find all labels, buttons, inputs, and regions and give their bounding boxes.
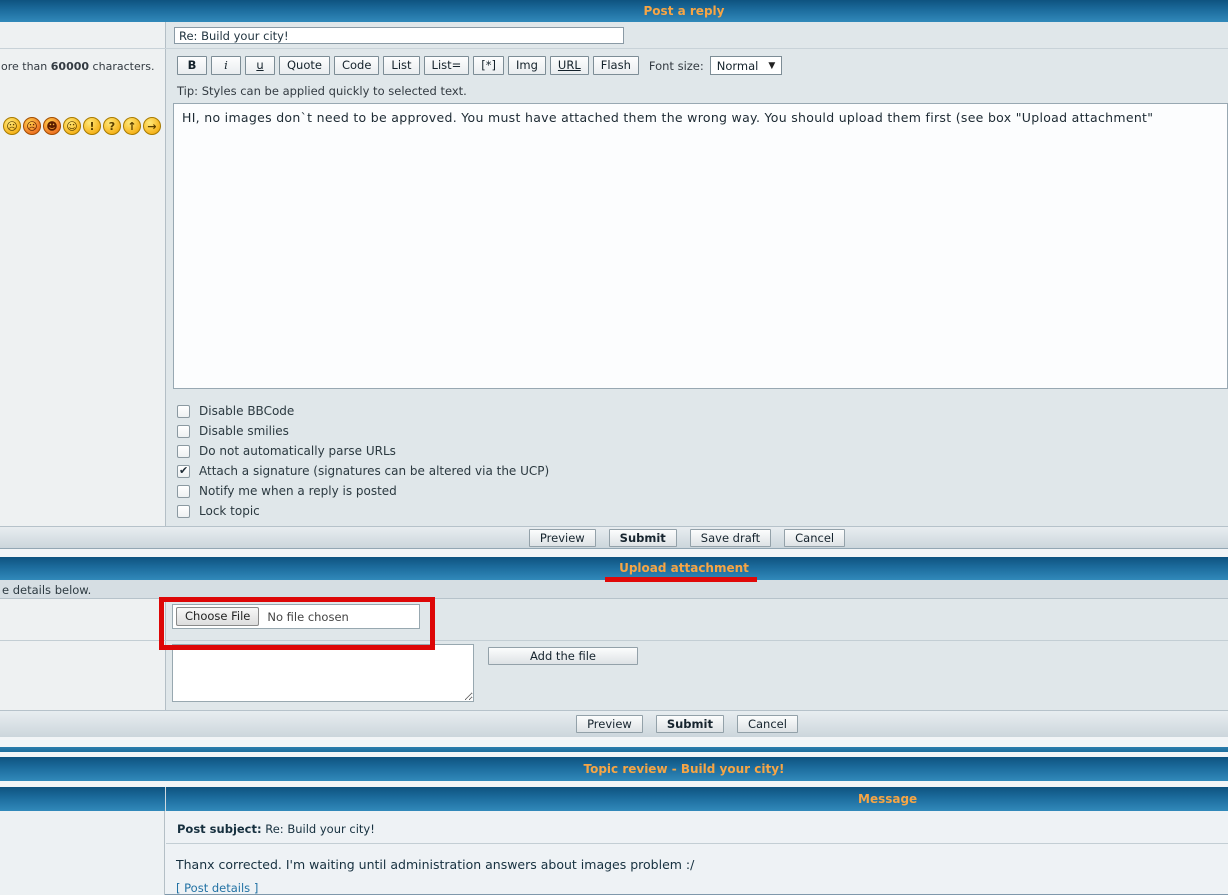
bbcode-list-item-button[interactable]: [*]: [473, 56, 504, 75]
annotation-red-underline: [605, 577, 757, 582]
message-textarea[interactable]: HI, no images don`t need to be approved.…: [173, 103, 1228, 389]
option-label: Disable smilies: [199, 424, 289, 438]
submit-button[interactable]: Submit: [656, 715, 724, 733]
font-size-value: Normal: [717, 59, 759, 73]
bbcode-list-ordered-button[interactable]: List=: [424, 56, 470, 75]
post-subject-label: Post subject:: [177, 822, 262, 836]
post-reply-panel: Post a reply ore than 60000 characters. …: [0, 0, 1228, 549]
cancel-button[interactable]: Cancel: [784, 529, 845, 547]
post-subject-row: Post subject: Re: Build your city!: [166, 811, 1228, 844]
char-limit-note: ore than 60000 characters.: [1, 60, 154, 73]
bbcode-url-button[interactable]: URL: [550, 56, 589, 75]
bbcode-code-button[interactable]: Code: [334, 56, 379, 75]
option-checkbox[interactable]: [177, 485, 190, 498]
bbcode-img-button[interactable]: Img: [508, 56, 546, 75]
option-row: Disable smilies: [177, 421, 549, 441]
evil-smiley[interactable]: ☹: [23, 117, 41, 135]
post-reply-header-bar: Post a reply: [0, 0, 1228, 22]
option-row: Disable BBCode: [177, 401, 549, 421]
rolleyes-smiley[interactable]: ☺: [63, 117, 81, 135]
option-label: Attach a signature (signatures can be al…: [199, 464, 549, 478]
cancel-button[interactable]: Cancel: [737, 715, 798, 733]
review-post: Post subject: Re: Build your city! Thanx…: [0, 811, 1228, 895]
annotation-red-box: [159, 597, 435, 650]
geek-smiley[interactable]: ☹: [3, 117, 21, 135]
post-subject-value: Re: Build your city!: [265, 822, 375, 836]
bbcode-bold-button[interactable]: B: [177, 56, 207, 75]
submit-button[interactable]: Submit: [609, 529, 677, 547]
bbcode-quote-button[interactable]: Quote: [279, 56, 330, 75]
option-checkbox[interactable]: [177, 465, 190, 478]
question-smiley[interactable]: ?: [103, 117, 121, 135]
preview-button[interactable]: Preview: [529, 529, 596, 547]
font-size-label: Font size:: [649, 59, 704, 73]
topic-review-title: Topic review - Build your city!: [0, 757, 1228, 781]
post-reply-title: Post a reply: [0, 0, 1228, 22]
tip-text: Tip: Styles can be applied quickly to se…: [177, 84, 467, 98]
arrow-smiley[interactable]: →: [143, 117, 161, 135]
review-author-column: [0, 811, 165, 895]
page: Post a reply ore than 60000 characters. …: [0, 0, 1228, 895]
bbcode-italic-button[interactable]: i: [211, 56, 241, 75]
exclamation-smiley[interactable]: !: [83, 117, 101, 135]
post-actions-row: Preview Submit Save draft Cancel: [0, 526, 1228, 548]
font-size-select[interactable]: Normal ▼: [710, 56, 783, 75]
posting-options-list: Disable BBCode Disable smilies Do not auto…: [177, 401, 549, 521]
subject-input[interactable]: [174, 27, 624, 44]
option-row: Notify me when a reply is posted: [177, 481, 549, 501]
bbcode-toolbar: BiuQuoteCodeList List=[*]ImgURLFlash Font…: [177, 56, 782, 75]
review-top-bar: [0, 747, 1228, 752]
review-message-text: Thanx corrected. I'm waiting until admin…: [176, 857, 694, 872]
idea-smiley[interactable]: ↑: [123, 117, 141, 135]
topic-review-header-bar: Topic review - Build your city!: [0, 757, 1228, 781]
option-label: Disable BBCode: [199, 404, 294, 418]
bbcode-list-button[interactable]: List: [383, 56, 419, 75]
option-checkbox[interactable]: [177, 505, 190, 518]
option-row: Lock topic: [177, 501, 549, 521]
bbcode-flash-button[interactable]: Flash: [593, 56, 639, 75]
option-row: Attach a signature (signatures can be al…: [177, 461, 549, 481]
smiley-list: ☹☹☻☺!?↑→: [3, 117, 161, 135]
review-table-header: Message: [0, 787, 1228, 811]
upload-left-column: [0, 599, 166, 710]
bbcode-underline-button[interactable]: u: [245, 56, 275, 75]
option-row: Do not automatically parse URLs: [177, 441, 549, 461]
option-label: Notify me when a reply is posted: [199, 484, 397, 498]
upload-actions-row: Preview Submit Cancel: [0, 710, 1228, 737]
font-size-control: Font size: Normal ▼: [649, 56, 782, 75]
post-details-link[interactable]: [ Post details ]: [176, 881, 258, 895]
upload-intro-text: e details below.: [2, 583, 91, 597]
option-checkbox[interactable]: [177, 445, 190, 458]
post-form-left-column: [0, 22, 166, 527]
option-label: Do not automatically parse URLs: [199, 444, 396, 458]
dropdown-arrow-icon: ▼: [768, 61, 775, 71]
preview-button[interactable]: Preview: [576, 715, 643, 733]
twisted-smiley[interactable]: ☻: [43, 117, 61, 135]
add-file-button[interactable]: Add the file: [488, 647, 638, 665]
option-checkbox[interactable]: [177, 425, 190, 438]
row-divider: [0, 48, 1228, 49]
save-draft-button[interactable]: Save draft: [690, 529, 771, 547]
file-comment-textarea[interactable]: [172, 644, 474, 702]
column-divider: [165, 787, 166, 811]
option-checkbox[interactable]: [177, 405, 190, 418]
message-column-header: Message: [858, 787, 917, 811]
option-label: Lock topic: [199, 504, 260, 518]
